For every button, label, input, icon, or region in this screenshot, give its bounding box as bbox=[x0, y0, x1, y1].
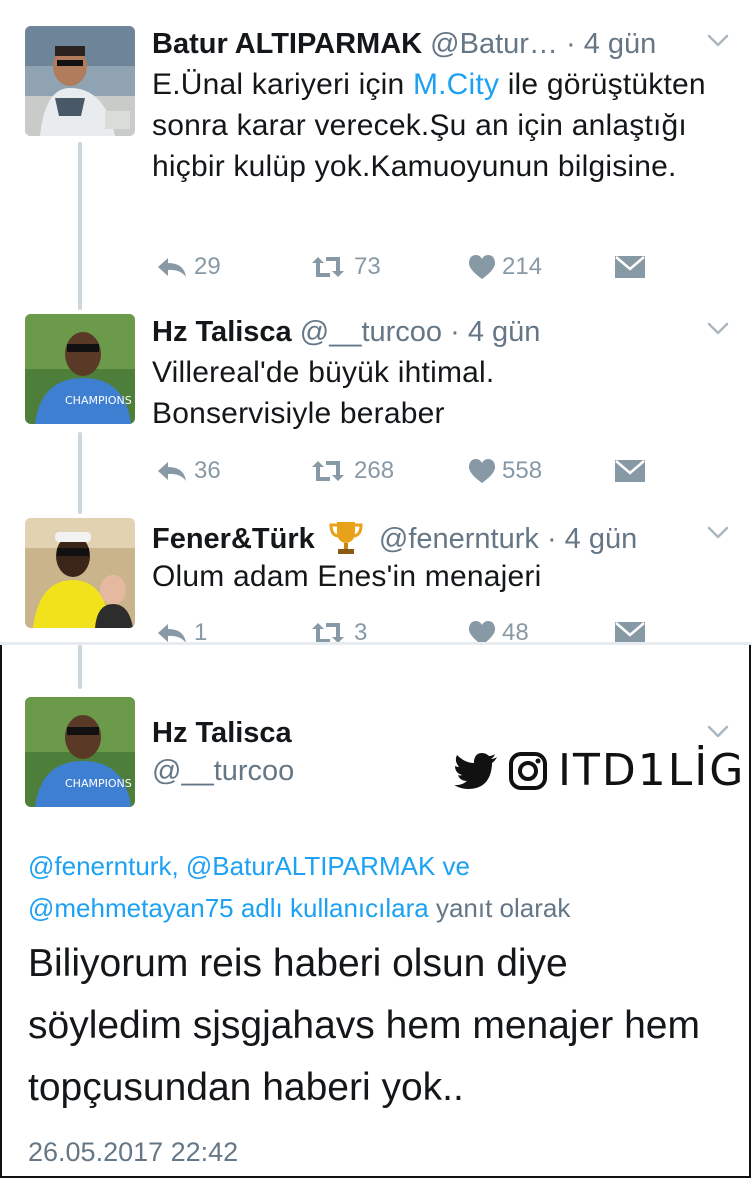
username[interactable]: @fenernturk bbox=[379, 523, 539, 555]
tweet-text: E.Ünal kariyeri için M.City ile görüştük… bbox=[152, 64, 732, 187]
like-icon bbox=[468, 459, 496, 483]
reply-icon bbox=[158, 462, 186, 481]
like-count: 558 bbox=[502, 457, 543, 484]
retweet-count: 268 bbox=[354, 457, 395, 484]
retweet-count: 73 bbox=[354, 253, 381, 280]
reply-label: yanıt olarak bbox=[428, 893, 571, 923]
avatar-photo bbox=[25, 518, 135, 628]
retweet-button[interactable]: 268 bbox=[308, 456, 394, 486]
tweet-time[interactable]: · 4 gün bbox=[450, 316, 540, 348]
avatar[interactable] bbox=[25, 26, 135, 136]
conversation-thread: Batur ALTIPARMAK @Batur… · 4 gün E.Ünal … bbox=[0, 0, 751, 646]
dm-icon bbox=[615, 256, 645, 278]
tweet-text: Olum adam Enes'in menajeri bbox=[152, 560, 542, 593]
direct-message-button[interactable] bbox=[614, 456, 646, 486]
screenshot-frame: Batur ALTIPARMAK @Batur… · 4 gün E.Ünal … bbox=[0, 0, 751, 1178]
reply-button[interactable]: 36 bbox=[156, 456, 221, 486]
tweet-time[interactable]: · 4 gün bbox=[547, 523, 637, 555]
display-name[interactable]: Hz Talisca bbox=[152, 715, 294, 751]
retweet-button[interactable]: 73 bbox=[308, 252, 381, 282]
like-button[interactable]: 558 bbox=[468, 456, 542, 486]
shirt-print: CHAMPIONS bbox=[65, 394, 132, 407]
avatar-photo bbox=[25, 26, 135, 136]
trophy-icon bbox=[327, 518, 365, 556]
thread-connector bbox=[78, 645, 82, 689]
tweet-time[interactable]: · 4 gün bbox=[566, 28, 656, 60]
tweet-header: Hz Talisca @__turcoo · 4 gün bbox=[152, 314, 540, 350]
avatar[interactable]: CHAMPIONS bbox=[25, 314, 135, 424]
display-name[interactable]: Batur ALTIPARMAK bbox=[152, 28, 422, 60]
tweet-text: Villereal'de büyük ihtimal. Bonservisiyl… bbox=[152, 356, 495, 430]
tweet[interactable]: CHAMPIONS Hz Talisca @__turcoo · 4 gün V… bbox=[0, 312, 751, 502]
tweet-actions: 36 268 558 bbox=[152, 456, 712, 486]
tweet[interactable]: Batur ALTIPARMAK @Batur… · 4 gün E.Ünal … bbox=[0, 24, 751, 294]
display-name[interactable]: Hz Talisca bbox=[152, 316, 292, 348]
chevron-down-icon[interactable] bbox=[707, 34, 729, 56]
like-button[interactable]: 214 bbox=[468, 252, 542, 282]
reply-button[interactable]: 29 bbox=[156, 252, 221, 282]
retweet-icon bbox=[312, 461, 344, 481]
like-count: 214 bbox=[502, 253, 543, 280]
reply-mentions[interactable]: @fenernturk, @BaturALTIPARMAK ve bbox=[28, 845, 728, 887]
chevron-down-icon[interactable] bbox=[707, 725, 729, 747]
avatar-photo: CHAMPIONS bbox=[25, 697, 135, 807]
tweet-text-part: E.Ünal kariyeri için bbox=[152, 68, 413, 101]
username[interactable]: @__turcoo bbox=[300, 316, 442, 348]
hashtag-link[interactable]: M.City bbox=[413, 68, 499, 101]
twitter-bird-icon bbox=[454, 752, 497, 789]
avatar-photo: CHAMPIONS bbox=[25, 314, 135, 424]
tweet-header: Batur ALTIPARMAK @Batur… · 4 gün bbox=[152, 26, 656, 62]
reply-count: 29 bbox=[194, 253, 221, 280]
instagram-icon bbox=[509, 751, 547, 790]
username[interactable]: @Batur… bbox=[430, 28, 558, 60]
watermark-text: ITD1LİG bbox=[558, 745, 746, 796]
like-icon bbox=[468, 255, 496, 279]
username[interactable]: @__turcoo bbox=[152, 753, 294, 789]
tweet-text: Biliyorum reis haberi olsun diye söyledi… bbox=[28, 942, 700, 1109]
tweet-actions: 29 73 214 bbox=[152, 252, 712, 282]
avatar[interactable]: CHAMPIONS bbox=[25, 697, 135, 807]
watermark: ITD1LİG bbox=[454, 745, 745, 796]
tweet-detail: CHAMPIONS Hz Talisca @__turcoo ITD1LİG @… bbox=[0, 645, 751, 1178]
shirt-print: CHAMPIONS bbox=[65, 777, 132, 790]
reply-mentions[interactable]: @mehmetayan75 adlı kullanıcılara bbox=[28, 893, 429, 923]
display-name[interactable]: Fener&Türk bbox=[152, 523, 315, 555]
reply-count: 36 bbox=[194, 457, 221, 484]
reply-icon bbox=[158, 258, 186, 277]
avatar[interactable] bbox=[25, 518, 135, 628]
reply-context: @fenernturk, @BaturALTIPARMAK ve @mehmet… bbox=[28, 845, 728, 929]
chevron-down-icon[interactable] bbox=[707, 322, 729, 344]
tweet-header: Fener&Türk @fenernturk · 4 gün bbox=[152, 518, 637, 557]
direct-message-button[interactable] bbox=[614, 252, 646, 282]
dm-icon bbox=[615, 460, 645, 482]
detail-header: Hz Talisca @__turcoo bbox=[152, 715, 294, 789]
retweet-icon bbox=[312, 257, 344, 277]
tweet-timestamp[interactable]: 26.05.2017 22:42 bbox=[28, 1137, 238, 1168]
chevron-down-icon[interactable] bbox=[707, 526, 729, 548]
tweet[interactable]: Fener&Türk @fenernturk · 4 gün Olum adam… bbox=[0, 516, 751, 646]
